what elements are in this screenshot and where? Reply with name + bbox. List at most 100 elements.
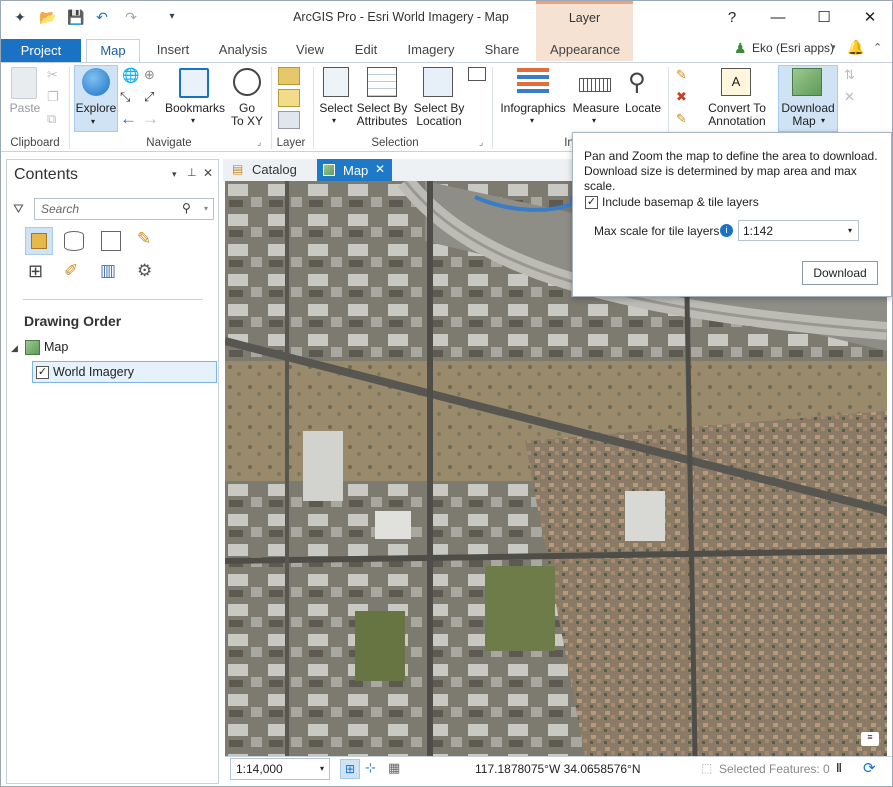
- download-map-icon: [792, 68, 822, 96]
- tab-view[interactable]: View: [288, 41, 332, 63]
- pane-options-icon[interactable]: ▾: [172, 169, 177, 180]
- separator: [313, 67, 314, 149]
- tab-edit[interactable]: Edit: [345, 41, 387, 63]
- bookmarks-button[interactable]: Bookmarks: [164, 102, 226, 115]
- include-basemap-label[interactable]: Include basemap & tile layers: [602, 195, 759, 209]
- grid-icon[interactable]: ⊹: [365, 760, 376, 776]
- tab-map[interactable]: Map: [86, 39, 140, 63]
- full-extent-icon[interactable]: 🌐: [122, 67, 139, 84]
- max-scale-dropdown-icon[interactable]: ▾: [848, 226, 852, 235]
- tab-appearance[interactable]: Appearance: [541, 41, 629, 63]
- convert-annotation-line2[interactable]: Annotation: [702, 115, 772, 128]
- label-icon[interactable]: ✎: [676, 67, 687, 83]
- minimize-button[interactable]: —: [764, 7, 792, 29]
- copy-path-icon[interactable]: ⧉: [47, 111, 56, 127]
- layer-visibility-checkbox[interactable]: ✓: [36, 366, 49, 379]
- tree-layer-label[interactable]: World Imagery: [53, 365, 134, 379]
- layer-group-label: Layer: [276, 137, 306, 149]
- tab-project[interactable]: Project: [1, 39, 81, 63]
- add-preset-icon[interactable]: [278, 89, 300, 107]
- infographics-dropdown-icon[interactable]: ▾: [530, 116, 534, 125]
- tab-insert[interactable]: Insert: [147, 41, 199, 63]
- measure-dropdown-icon[interactable]: ▾: [592, 116, 596, 125]
- attributes-icon[interactable]: [468, 67, 486, 81]
- user-menu-chevron-icon[interactable]: ▾: [831, 42, 836, 53]
- max-scale-select[interactable]: 1:142: [738, 220, 859, 241]
- list-by-labeling-icon[interactable]: ✐: [64, 261, 78, 281]
- cut-icon[interactable]: ✂: [47, 67, 58, 83]
- tab-analysis[interactable]: Analysis: [211, 41, 275, 63]
- previous-extent-icon[interactable]: ←: [120, 109, 137, 129]
- selection-group-label: Selection: [371, 137, 419, 149]
- list-by-charts-icon[interactable]: ▥: [100, 261, 116, 281]
- open-project-icon[interactable]: 📂: [39, 9, 56, 25]
- drawing-order-heading: Drawing Order: [24, 313, 122, 329]
- infographics-button[interactable]: Infographics: [497, 102, 569, 115]
- select-by-attributes-line2[interactable]: Attributes: [354, 115, 410, 128]
- undo-icon[interactable]: ↶: [94, 9, 110, 25]
- bookmarks-dropdown-icon[interactable]: ▾: [191, 116, 195, 125]
- tab-catalog[interactable]: Catalog: [252, 162, 297, 177]
- sync-icon[interactable]: ⇅: [844, 67, 855, 83]
- copy-icon[interactable]: ❐: [47, 89, 59, 105]
- collapse-map-icon[interactable]: ◢: [11, 343, 18, 354]
- zoom-to-selection-icon[interactable]: ⤡: [120, 89, 130, 105]
- navigate-launcher-icon[interactable]: ⌟: [257, 137, 261, 148]
- include-basemap-checkbox[interactable]: ✓: [585, 196, 598, 209]
- customize-qat-icon[interactable]: ▾: [164, 9, 180, 25]
- select-button[interactable]: Select: [316, 102, 356, 115]
- help-button[interactable]: ?: [718, 7, 746, 29]
- filter-icon[interactable]: ⛛: [13, 201, 24, 217]
- notifications-icon[interactable]: 🔔: [847, 39, 864, 56]
- selection-launcher-icon[interactable]: ⌟: [479, 137, 483, 148]
- download-button[interactable]: Download: [802, 261, 878, 285]
- fixed-zoom-out-icon[interactable]: ⤢: [144, 89, 154, 105]
- tab-imagery[interactable]: Imagery: [399, 41, 463, 63]
- measure-button[interactable]: Measure: [571, 102, 621, 115]
- list-by-source-icon[interactable]: [64, 231, 84, 251]
- maximize-button[interactable]: ☐: [810, 7, 838, 29]
- list-by-snapping-icon[interactable]: ⊞: [28, 261, 43, 282]
- basemap-icon[interactable]: [278, 111, 300, 129]
- close-map-tab-icon[interactable]: ✕: [375, 162, 385, 176]
- contents-title: Contents: [14, 166, 79, 183]
- remove-label-icon[interactable]: ✖: [676, 89, 687, 105]
- locate-button[interactable]: Locate: [622, 102, 664, 115]
- pin-icon[interactable]: ⊥: [187, 166, 197, 179]
- redo-icon[interactable]: ↷: [123, 9, 139, 25]
- lock-label-icon[interactable]: ✎: [676, 111, 687, 127]
- table-icon[interactable]: ▦: [388, 760, 400, 776]
- info-icon[interactable]: i: [720, 224, 733, 237]
- list-by-perspective-icon[interactable]: ⚙: [137, 261, 152, 281]
- refresh-icon[interactable]: ⟳: [863, 759, 876, 777]
- scale-dropdown-icon[interactable]: ▾: [320, 764, 324, 773]
- notes-icon[interactable]: ≡: [861, 732, 879, 746]
- select-by-attributes-icon: [367, 67, 397, 97]
- pause-drawing-icon[interactable]: ‖: [836, 761, 842, 775]
- select-by-location-line2[interactable]: Location: [411, 115, 467, 128]
- new-project-icon[interactable]: ✦: [12, 9, 28, 25]
- remove-offline-icon[interactable]: ✕: [844, 89, 855, 105]
- collapse-ribbon-icon[interactable]: ⌃: [873, 41, 882, 54]
- tab-share[interactable]: Share: [477, 41, 527, 63]
- close-pane-icon[interactable]: ✕: [203, 166, 213, 180]
- user-account[interactable]: Eko (Esri apps): [752, 41, 834, 55]
- paste-icon: [11, 67, 37, 99]
- paste-button[interactable]: Paste: [5, 102, 45, 115]
- save-icon[interactable]: 💾: [67, 9, 84, 25]
- download-map-dropdown-icon[interactable]: ▾: [821, 116, 825, 125]
- snapping-icon[interactable]: ⊞: [340, 759, 360, 779]
- add-data-icon[interactable]: [278, 67, 300, 85]
- tree-map-label[interactable]: Map: [44, 340, 68, 354]
- close-button[interactable]: ✕: [856, 7, 884, 29]
- explore-dropdown-icon[interactable]: ▾: [91, 117, 95, 126]
- select-dropdown-icon[interactable]: ▾: [332, 116, 336, 125]
- app-window: ✦ 📂 💾 ↶ ↷ ▾ ArcGIS Pro - Esri World Imag…: [0, 0, 893, 787]
- fixed-zoom-in-icon[interactable]: ⊕: [144, 67, 155, 83]
- next-extent-icon[interactable]: →: [142, 109, 159, 129]
- goto-xy-line2[interactable]: To XY: [227, 115, 267, 128]
- list-by-selection-icon[interactable]: [101, 231, 121, 251]
- scale-input[interactable]: 1:14,000: [230, 758, 330, 780]
- list-by-editing-icon[interactable]: ✎: [137, 229, 151, 249]
- search-dropdown-icon[interactable]: ▾: [204, 204, 208, 213]
